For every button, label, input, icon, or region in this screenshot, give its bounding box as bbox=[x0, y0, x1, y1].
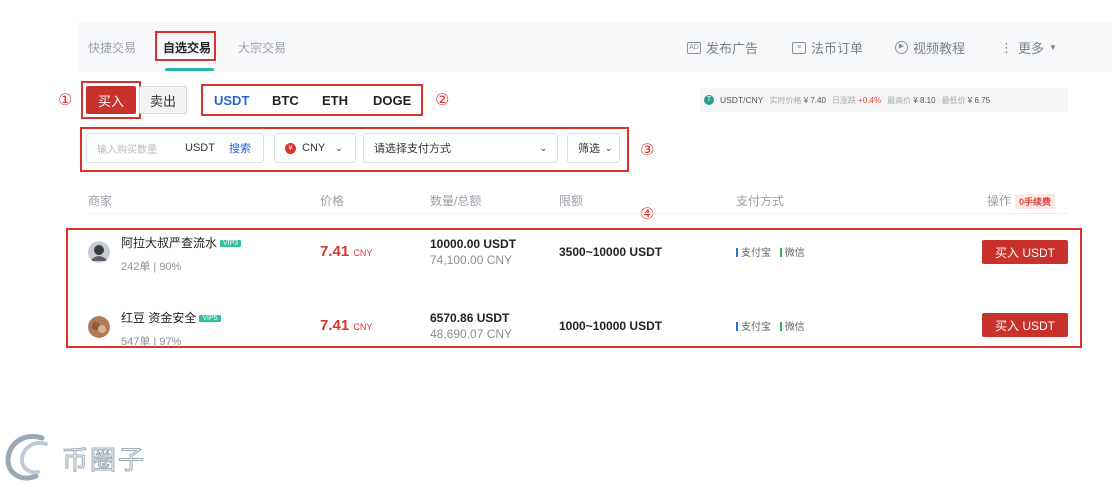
annotation-highlight-tab bbox=[155, 31, 216, 61]
currency-select[interactable]: ¥ CNY ⌄ bbox=[274, 133, 356, 163]
header-divider bbox=[88, 213, 1068, 214]
fiat-orders-link[interactable]: ≡ 法币订单 bbox=[792, 38, 863, 57]
payment-methods: 支付宝 微信 bbox=[736, 244, 805, 259]
header-merchant: 商家 bbox=[88, 194, 113, 208]
price-ticker: T USDT/CNY 实时价格 ¥ 7.40 日涨跌 +0.4% 最高价 ¥ 8… bbox=[700, 88, 1068, 112]
merchant-stats: 547单 | 97% bbox=[121, 336, 182, 348]
limit-range: 1000~10000 USDT bbox=[559, 319, 663, 333]
merchant-info[interactable]: 阿拉大叔严查流水 VIP3 242单 | 90% bbox=[121, 234, 242, 274]
header-payment: 支付方式 bbox=[736, 194, 785, 208]
wechat-marker bbox=[779, 322, 782, 331]
search-button[interactable]: 搜索 bbox=[229, 140, 251, 156]
price-value: 7.41 CNY bbox=[320, 243, 373, 260]
annotation-3: ③ bbox=[640, 142, 655, 159]
qty-total: 10000.00 USDT 74,100.00 CNY bbox=[430, 237, 517, 267]
annotation-highlight-buy bbox=[81, 81, 141, 119]
buy-usdt-button[interactable]: 买入 USDT bbox=[982, 240, 1068, 264]
filter-dropdown[interactable]: 筛选 ⌄ bbox=[567, 133, 620, 163]
alipay-marker bbox=[736, 322, 738, 331]
merchant-stats: 242单 | 90% bbox=[121, 261, 182, 273]
merchant-avatar bbox=[88, 316, 110, 338]
cny-flag-icon: ¥ bbox=[285, 142, 296, 154]
sell-toggle-button[interactable]: 卖出 bbox=[139, 86, 187, 114]
post-ad-link[interactable]: AD 发布广告 bbox=[687, 38, 758, 57]
more-menu[interactable]: ⋮ 更多 ▼ bbox=[1000, 38, 1057, 57]
play-icon: ▶ bbox=[895, 41, 908, 54]
merchant-name: 阿拉大叔严查流水 bbox=[121, 236, 218, 250]
chevron-down-icon: ⌄ bbox=[605, 142, 613, 153]
coin-tab-eth[interactable]: ETH bbox=[322, 93, 348, 108]
payment-method-select[interactable]: 请选择支付方式 ⌄ bbox=[363, 133, 558, 163]
header-qty-total: 数量/总额 bbox=[430, 194, 482, 208]
annotation-1: ① bbox=[58, 92, 73, 109]
zero-fee-badge: 0手续费 bbox=[1015, 194, 1056, 209]
header-limit: 限额 bbox=[559, 194, 584, 208]
vip-badge: VIP5 bbox=[199, 315, 221, 322]
buy-usdt-button[interactable]: 买入 USDT bbox=[982, 313, 1068, 337]
ad-icon: AD bbox=[687, 41, 701, 54]
vip-badge: VIP3 bbox=[220, 240, 242, 247]
amount-input[interactable]: 输入购买数量 USDT 搜索 bbox=[86, 133, 264, 163]
active-tab-indicator bbox=[165, 68, 214, 71]
price-value: 7.41 CNY bbox=[320, 317, 373, 334]
payment-methods: 支付宝 微信 bbox=[736, 318, 805, 333]
video-tutorial-link[interactable]: ▶ 视频教程 bbox=[895, 38, 965, 57]
annotation-4: ④ bbox=[640, 206, 655, 223]
tab-quick-trade[interactable]: 快捷交易 bbox=[88, 39, 136, 56]
watermark-logo-icon bbox=[5, 434, 48, 481]
qty-total: 6570.86 USDT 48,690.07 CNY bbox=[430, 311, 513, 341]
wechat-marker bbox=[779, 248, 782, 257]
merchant-avatar bbox=[88, 241, 110, 263]
alipay-marker bbox=[736, 248, 738, 257]
coin-tab-doge[interactable]: DOGE bbox=[373, 93, 411, 108]
coin-tab-btc[interactable]: BTC bbox=[272, 93, 299, 108]
chevron-down-icon: ⌄ bbox=[335, 142, 343, 153]
tab-block-trade[interactable]: 大宗交易 bbox=[238, 39, 286, 56]
watermark-text: 币圈子 bbox=[61, 446, 147, 477]
document-icon: ≡ bbox=[792, 41, 806, 54]
header-price: 价格 bbox=[320, 194, 345, 208]
header-action: 操作 0手续费 bbox=[987, 192, 1056, 209]
coin-tab-usdt[interactable]: USDT bbox=[214, 93, 249, 108]
merchant-name: 红豆 资金安全 bbox=[121, 311, 197, 325]
merchant-info[interactable]: 红豆 资金安全 VIP5 547单 | 97% bbox=[121, 309, 221, 349]
chevron-down-icon: ▼ bbox=[1049, 43, 1057, 52]
usdt-coin-icon: T bbox=[704, 95, 714, 105]
vertical-dots-icon: ⋮ bbox=[1000, 39, 1013, 55]
limit-range: 3500~10000 USDT bbox=[559, 245, 663, 259]
chevron-down-icon: ⌄ bbox=[539, 142, 547, 153]
annotation-2: ② bbox=[435, 92, 450, 109]
